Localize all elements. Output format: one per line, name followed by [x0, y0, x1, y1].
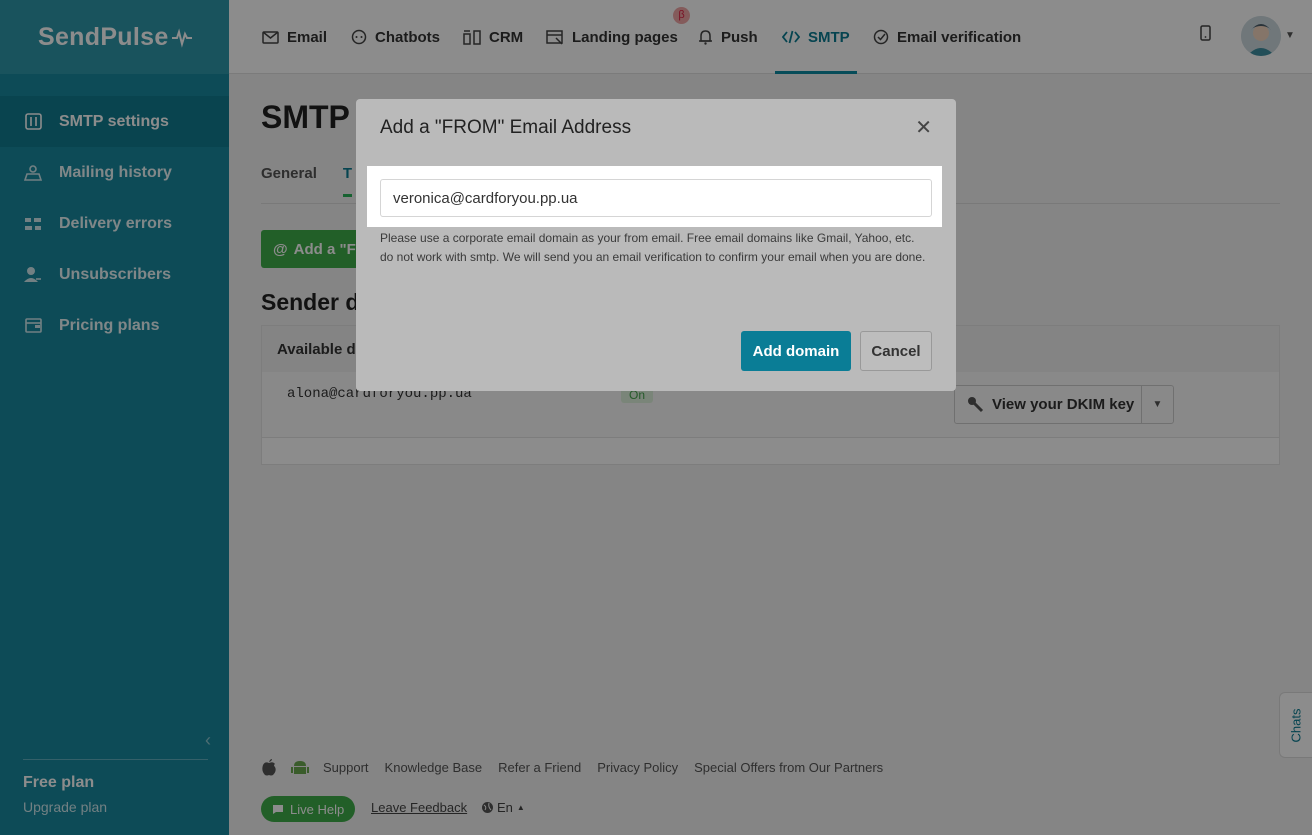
close-icon[interactable]: ✕ — [915, 115, 932, 140]
input-highlight — [367, 166, 942, 227]
cancel-button[interactable]: Cancel — [860, 331, 932, 371]
modal-title: Add a "FROM" Email Address — [380, 117, 632, 138]
email-field[interactable] — [380, 179, 932, 217]
add-from-email-modal: Add a "FROM" Email Address ✕ Please use … — [356, 99, 956, 391]
add-domain-button[interactable]: Add domain — [741, 331, 851, 371]
email-hint-text: Please use a corporate email domain as y… — [380, 231, 926, 264]
